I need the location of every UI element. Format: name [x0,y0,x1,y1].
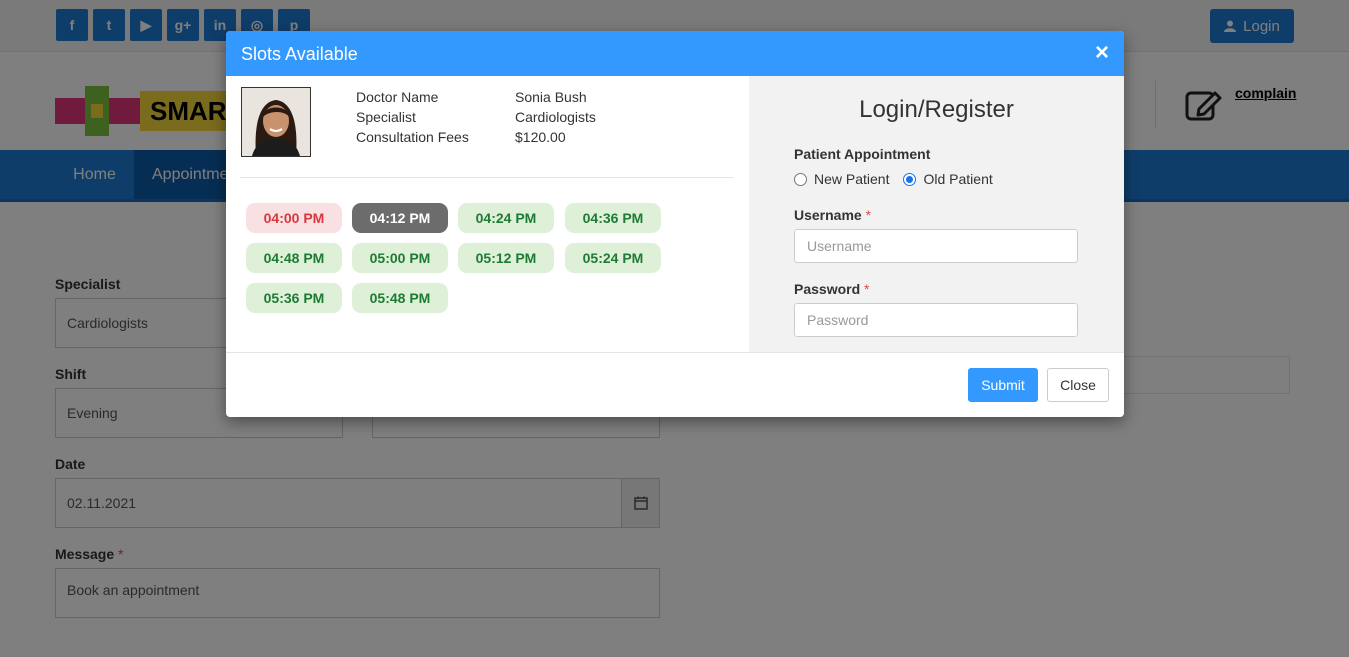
doctor-specialist-label: Specialist [356,109,416,125]
slot-0500pm[interactable]: 05:00 PM [352,243,448,273]
slot-0512pm[interactable]: 05:12 PM [458,243,554,273]
slot-0448pm[interactable]: 04:48 PM [246,243,342,273]
username-label: Username * [794,207,871,223]
old-patient-label[interactable]: Old Patient [923,171,992,187]
doctor-avatar [241,87,311,157]
slot-0536pm[interactable]: 05:36 PM [246,283,342,313]
close-button[interactable]: Close [1047,368,1109,402]
consultation-fees-value: $120.00 [515,129,566,145]
slot-0424pm[interactable]: 04:24 PM [458,203,554,233]
password-label: Password * [794,281,869,297]
consultation-fees-label: Consultation Fees [356,129,469,145]
modal-footer-divider [226,352,1124,353]
slots-modal: Slots Available × Doctor Name Sonia Bush… [226,31,1124,417]
submit-button[interactable]: Submit [968,368,1038,402]
slot-0548pm[interactable]: 05:48 PM [352,283,448,313]
slot-0400pm[interactable]: 04:00 PM [246,203,342,233]
new-patient-radio[interactable] [794,172,807,186]
info-divider [240,177,734,178]
patient-appointment-label: Patient Appointment [794,146,931,162]
doctor-name-label: Doctor Name [356,89,439,105]
login-register-title: Login/Register [859,96,1014,123]
new-patient-label[interactable]: New Patient [814,171,889,187]
password-required-mark: * [864,281,870,297]
username-required-mark: * [865,207,872,223]
login-register-panel: Login/Register Patient Appointment New P… [749,76,1124,352]
close-icon[interactable]: × [1093,41,1111,65]
password-input[interactable] [794,303,1078,337]
doctor-name-value: Sonia Bush [515,89,587,105]
slot-0436pm[interactable]: 04:36 PM [565,203,661,233]
old-patient-radio[interactable] [903,172,917,186]
doctor-specialist-value: Cardiologists [515,109,596,125]
password-label-text: Password [794,281,861,297]
slot-0524pm[interactable]: 05:24 PM [565,243,661,273]
slot-0412pm[interactable]: 04:12 PM [352,203,448,233]
username-label-text: Username [794,207,862,223]
modal-header: Slots Available × [226,31,1124,76]
patient-type-radio-group: New Patient Old Patient [794,171,993,187]
modal-title: Slots Available [241,44,358,64]
username-input[interactable] [794,229,1078,263]
